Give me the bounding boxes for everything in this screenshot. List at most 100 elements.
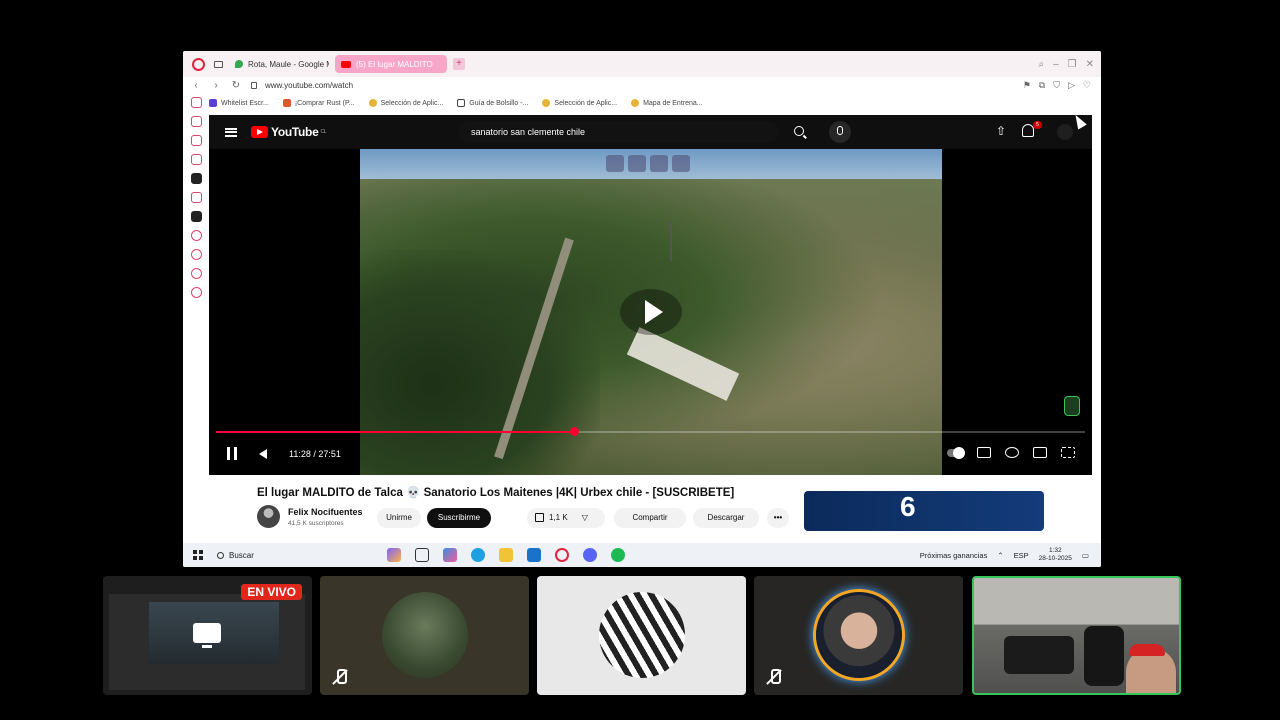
meeting-stage: Rota, Maule - Google Ma (5) El lugar MAL… <box>0 0 1280 720</box>
menu-icon[interactable] <box>225 127 237 137</box>
bookmark-item[interactable]: Guía de Bolsillo -... <box>457 99 528 107</box>
more-actions-button[interactable]: ••• <box>767 508 789 528</box>
bookmark-label: Selección de Aplic... <box>554 99 618 107</box>
search-query: sanatorio san clemente chile <box>471 127 586 137</box>
search-icon[interactable] <box>794 126 804 136</box>
minimize-button[interactable]: – <box>1053 59 1059 70</box>
close-button[interactable]: ✕ <box>1086 59 1094 70</box>
bookmark-item[interactable]: Selección de Aplic... <box>368 99 443 107</box>
forward-button[interactable]: › <box>209 80 223 91</box>
bookmark-icon[interactable]: ⚑ <box>1023 80 1031 91</box>
notification-center-icon[interactable]: ▭ <box>1082 551 1089 560</box>
share-button[interactable]: Compartir <box>614 508 686 528</box>
heart-icon[interactable]: ♡ <box>1083 80 1091 91</box>
snapshot-icon[interactable]: ⧉ <box>1039 80 1045 91</box>
ad-banner[interactable]: 6 <box>804 491 1044 531</box>
volume-icon[interactable] <box>259 448 267 459</box>
tab-youtube[interactable]: (5) El lugar MALDITO <box>335 55 447 73</box>
tab-google-maps[interactable]: Rota, Maule - Google Ma <box>229 55 329 73</box>
discord-icon[interactable] <box>583 548 597 562</box>
extension-icon[interactable] <box>1064 396 1080 416</box>
music-icon[interactable] <box>190 154 202 165</box>
bookmark-item[interactable]: ¡Comprar Rust (P... <box>282 99 355 107</box>
autoplay-toggle[interactable] <box>947 446 965 459</box>
windows-taskbar: Buscar Próximas ganancias ⌃ ESP 1:32 28-… <box>183 543 1101 567</box>
outlook-icon[interactable] <box>527 548 541 562</box>
participant-tile-screenshare[interactable]: EN VIVO <box>103 576 312 695</box>
workspace-icon[interactable] <box>190 116 202 127</box>
participant-tile[interactable] <box>754 576 963 695</box>
thumbs-down-icon[interactable]: ▽ <box>582 513 588 522</box>
fullscreen-icon[interactable] <box>1061 447 1075 458</box>
history-icon[interactable] <box>190 249 202 260</box>
task-view-icon[interactable] <box>415 548 429 562</box>
system-tray: Próximas ganancias ⌃ ESP 1:32 28-10-2025… <box>920 547 1089 563</box>
opera-app-icon[interactable] <box>555 548 569 562</box>
reload-button[interactable]: ↻ <box>229 80 243 91</box>
bookmark-item[interactable]: Mapa de Entrena... <box>631 99 703 107</box>
restore-button[interactable]: ❐ <box>1068 59 1077 70</box>
opera-logo-icon[interactable] <box>192 57 205 71</box>
pause-icon[interactable] <box>227 447 237 460</box>
aria-icon[interactable] <box>190 97 202 108</box>
chat-icon[interactable] <box>190 268 202 279</box>
url-field[interactable]: www.youtube.com/watch <box>265 81 353 90</box>
edge-icon[interactable] <box>471 548 485 562</box>
shared-screen[interactable]: Rota, Maule - Google Ma (5) El lugar MAL… <box>183 51 1101 567</box>
live-badge: EN VIVO <box>241 584 302 600</box>
tiktok-icon[interactable] <box>190 173 202 184</box>
upload-icon[interactable]: ⇧ <box>996 125 1006 137</box>
settings-gear-icon[interactable] <box>1005 447 1019 458</box>
x-icon[interactable] <box>190 211 202 222</box>
ad-skip-icon[interactable] <box>672 155 690 172</box>
pip-icon[interactable] <box>606 155 624 172</box>
bookmark-item[interactable]: Selección de Aplic... <box>542 99 617 107</box>
tab-overview-icon[interactable] <box>214 60 223 68</box>
like-button[interactable]: 1,1 K ▽ <box>527 508 605 528</box>
subtitles-icon[interactable] <box>977 447 991 458</box>
clock[interactable]: 1:32 28-10-2025 <box>1039 547 1072 563</box>
file-explorer-icon[interactable] <box>499 548 513 562</box>
participant-avatar <box>816 592 902 678</box>
settings-icon[interactable] <box>190 287 202 298</box>
search-tabs-icon[interactable]: ⌕ <box>1038 59 1044 70</box>
widget-label[interactable]: Próximas ganancias <box>920 551 988 560</box>
subscribe-button[interactable]: Suscribirme <box>427 508 491 528</box>
taskbar-search[interactable]: Buscar <box>217 551 367 560</box>
back-button[interactable]: ‹ <box>189 80 203 91</box>
participant-avatar <box>382 592 468 678</box>
channel-name[interactable]: Felix Nocifuentes <box>288 507 363 517</box>
language-indicator[interactable]: ESP <box>1014 551 1029 560</box>
video-frame[interactable] <box>360 149 942 475</box>
participant-tile-camera[interactable] <box>972 576 1181 695</box>
channel-avatar[interactable] <box>257 505 280 528</box>
popout-icon[interactable] <box>628 155 646 172</box>
join-button[interactable]: Unirme <box>377 508 421 528</box>
big-play-icon[interactable] <box>620 289 682 335</box>
play-icon[interactable]: ▷ <box>1068 80 1075 91</box>
skip-icon[interactable] <box>650 155 668 172</box>
shield-icon[interactable]: ⛉ <box>1053 80 1060 91</box>
messenger-icon[interactable] <box>190 135 202 146</box>
youtube-logo[interactable]: YouTube CL <box>251 125 327 139</box>
spotify-icon[interactable] <box>611 548 625 562</box>
bookmark-favicon <box>368 99 377 107</box>
twitch-icon[interactable] <box>190 192 202 203</box>
bookmark-item[interactable]: Whitelist Escr... <box>209 99 269 107</box>
download-button[interactable]: Descargar <box>693 508 759 528</box>
search-input[interactable]: sanatorio san clemente chile <box>459 121 779 143</box>
progress-scrubber[interactable] <box>570 427 580 436</box>
avatar[interactable] <box>1057 124 1073 140</box>
participant-tile[interactable] <box>537 576 746 695</box>
windows-start-icon[interactable] <box>193 550 203 560</box>
copilot-icon[interactable] <box>387 548 401 562</box>
photos-icon[interactable] <box>443 548 457 562</box>
participant-tile[interactable] <box>320 576 529 695</box>
voice-search-button[interactable] <box>829 121 851 143</box>
progress-bar[interactable] <box>216 427 1085 436</box>
video-player[interactable]: 11:28 / 27:51 <box>209 149 1092 475</box>
add-icon[interactable] <box>190 230 202 241</box>
theater-mode-icon[interactable] <box>1033 447 1047 458</box>
tray-chevron-icon[interactable]: ⌃ <box>997 551 1003 560</box>
new-tab-button[interactable]: + <box>453 58 465 70</box>
